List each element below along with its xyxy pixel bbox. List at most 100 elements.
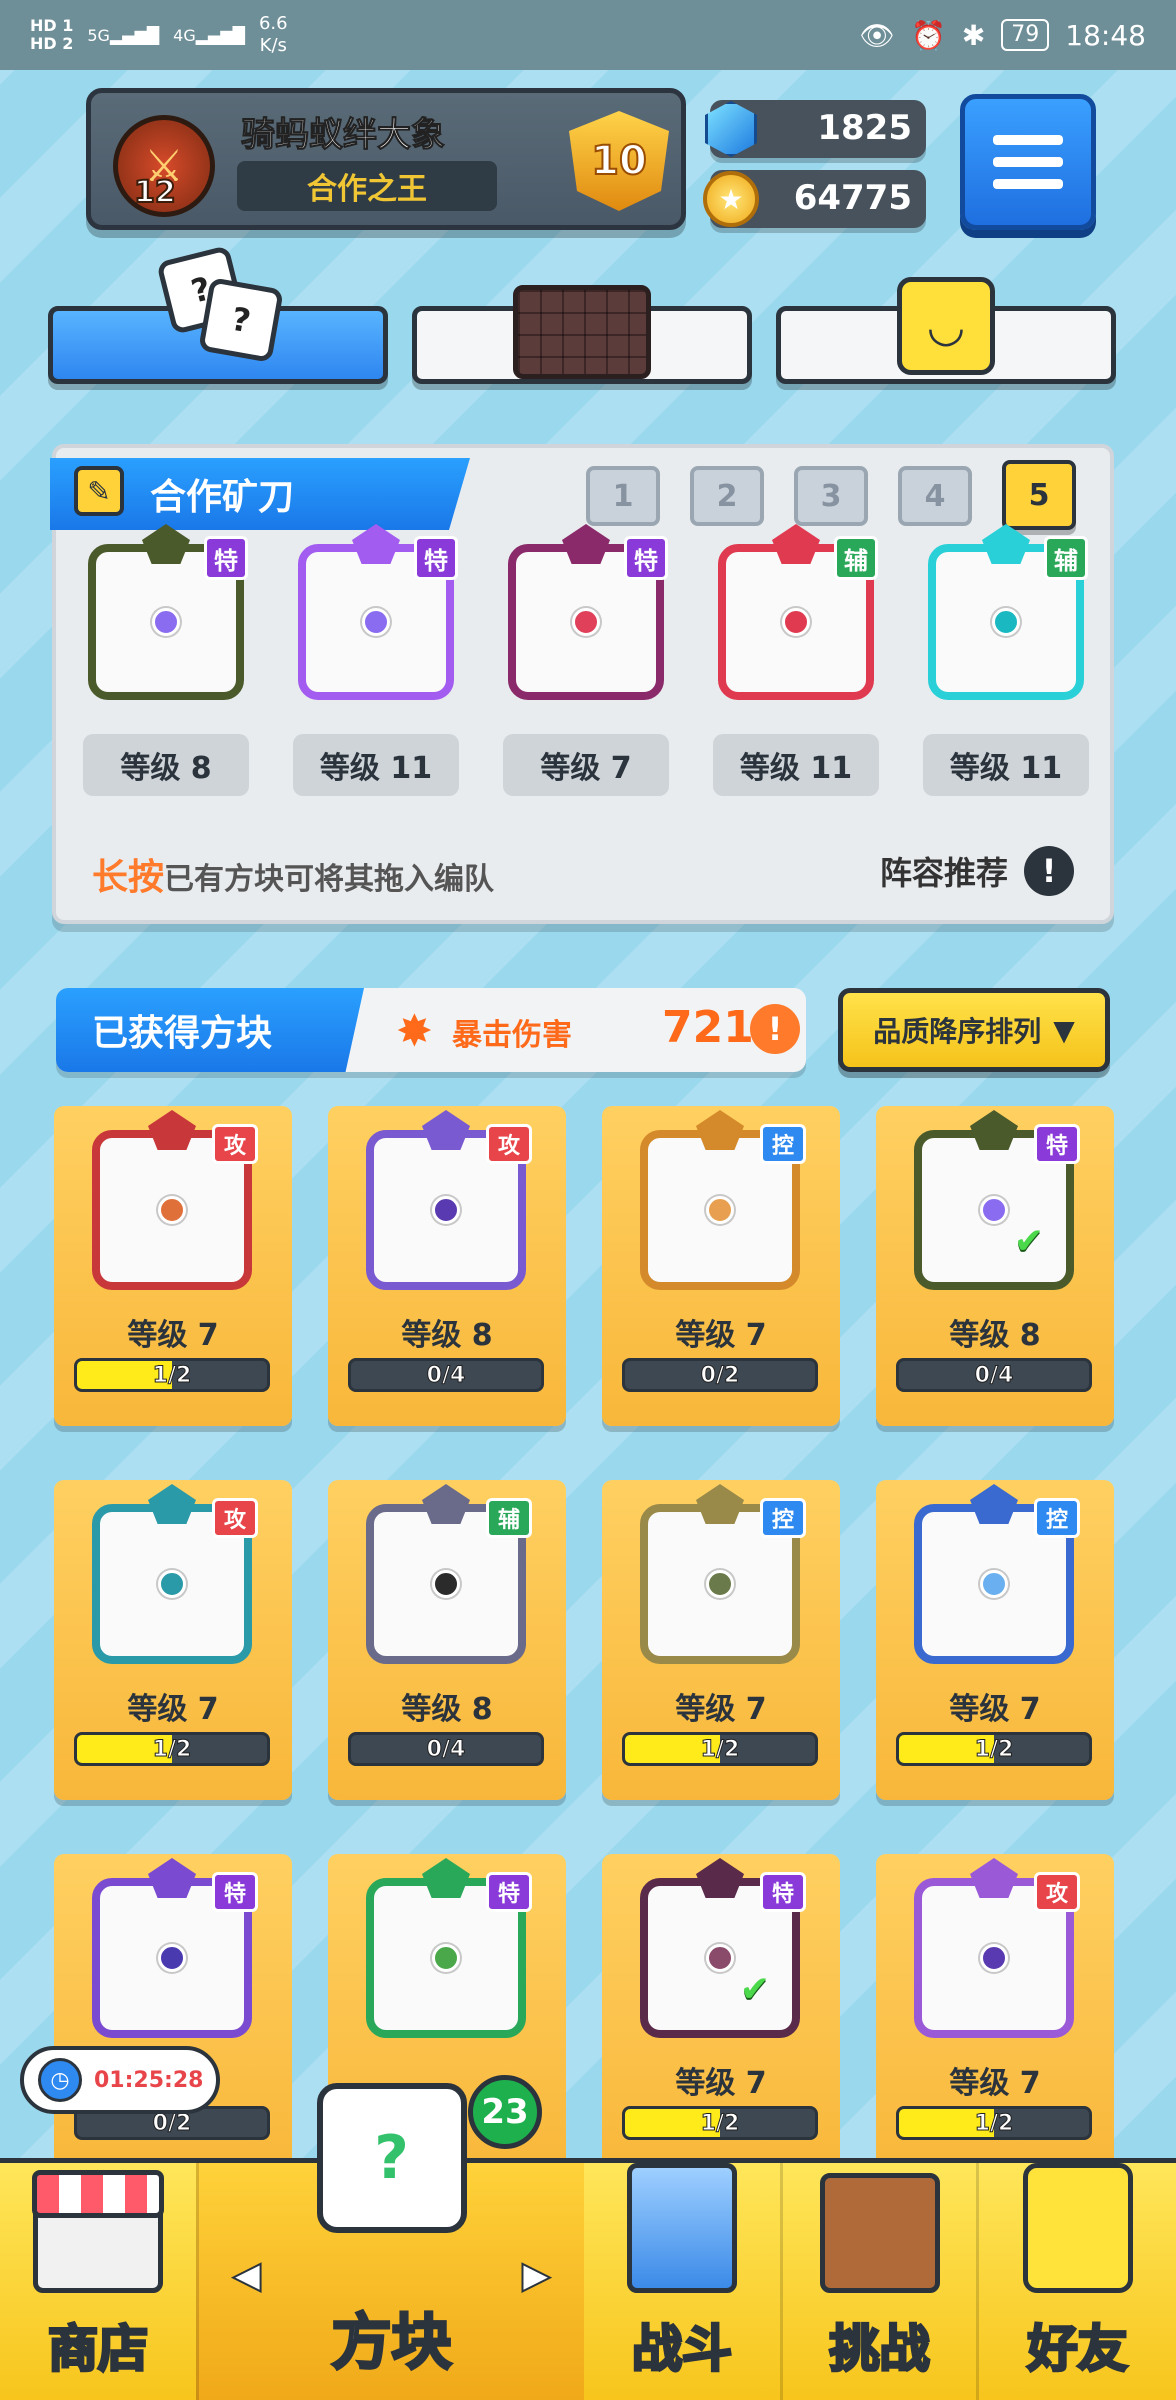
block-pip-icon [572,608,600,636]
signal-5g-icon: 5G▂▄▆█ [87,25,160,45]
drag-hint-text: 已有方块可将其拖入编队 [164,862,495,897]
friend-character-icon [1022,2163,1133,2293]
upgrade-progress-bar: 0/4 [348,1732,544,1766]
alarm-icon: ⏰ [910,18,946,52]
deck-tab-5[interactable]: 5 [1002,460,1076,530]
block-pip-icon [362,608,390,636]
card-level: 等级 8 [401,1692,493,1727]
status-bar: HD 1 HD 2 5G▂▄▆█ 4G▂▄▆█ 6.6 K/s 👁 ⏰ ✱ 79… [0,0,1176,70]
owned-block-card[interactable]: 特 0/2 [54,1854,292,2174]
network-speed-unit: K/s [259,35,287,56]
block-pip-icon [158,1196,186,1224]
smile-face-icon: ◡ [897,277,995,375]
block-type-badge: 攻 [212,1124,258,1164]
owned-block-card[interactable]: 特 ✔ 等级 7 1/2 [602,1854,840,2174]
upgrade-progress-bar: 0/4 [896,1358,1092,1392]
owned-block-card[interactable]: 控等级 7 1/2 [602,1480,840,1800]
sort-button[interactable]: 品质降序排列 ▼ [838,988,1110,1072]
block-pip-icon [158,1570,186,1598]
block-tile[interactable]: 辅 [928,524,1088,700]
owned-block-card[interactable]: 攻等级 8 0/4 [328,1106,566,1426]
block-type-badge: 特 [414,536,458,580]
deck-tab-4[interactable]: 4 [898,466,972,526]
sim1-label: HD 1 [30,16,74,35]
blocks-count-badge: 23 [468,2075,542,2149]
block-type-badge: 控 [760,1498,806,1538]
player-title: 合作之王 [237,161,497,211]
crit-info-icon[interactable]: ! [750,1004,800,1054]
card-level: 等级 8 [949,1318,1041,1353]
block-tile[interactable]: 特 [298,524,458,700]
nav-challenge[interactable]: 挑战 [780,2163,976,2400]
block-type-badge: 特 [624,536,668,580]
clock-time: 18:48 [1065,18,1146,52]
card-level: 等级 7 [675,2066,767,2101]
status-left: HD 1 HD 2 5G▂▄▆█ 4G▂▄▆█ 6.6 K/s [30,13,288,57]
card-level: 等级 7 [675,1692,767,1727]
block-pip-icon [782,608,810,636]
block-tile: 攻 [366,1110,532,1290]
upgrade-progress-bar: 0/2 [622,1358,818,1392]
arrow-left-icon[interactable]: ◀ [232,2254,262,2297]
dragon-crest-icon [148,1484,196,1524]
upgrade-progress-bar: 1/2 [896,1732,1092,1766]
owned-block-card[interactable]: 攻等级 7 1/2 [54,1106,292,1426]
owned-block-card[interactable]: 攻等级 7 1/2 [876,1854,1114,2174]
nav-shop[interactable]: 商店 [0,2163,196,2400]
team-slot[interactable]: 辅等级 11 [706,524,886,796]
lineup-recommend-label: 阵容推荐 [879,854,1008,892]
deck-tab-2[interactable]: 2 [690,466,764,526]
menu-button[interactable] [960,94,1096,230]
nav-blocks[interactable]: ? ◀ ▶ 方块 [196,2083,584,2400]
mystery-cube-icon: ? [316,2083,467,2233]
nav-battle[interactable]: 战斗 [584,2163,780,2400]
card-level: 等级 7 [949,1692,1041,1727]
upgrade-progress-bar: 1/2 [896,2106,1092,2140]
owned-block-card[interactable]: 控等级 7 1/2 [876,1480,1114,1800]
upgrade-progress-text: 1/2 [700,2110,740,2136]
block-tile: 控 [640,1110,806,1290]
signal-5g-label: 5G [87,25,110,45]
gem-icon [698,96,764,162]
block-type-badge: 攻 [212,1498,258,1538]
block-tile: 控 [914,1484,1080,1664]
owned-block-card[interactable]: 特 ✔ 等级 8 0/4 [876,1106,1114,1426]
coin-icon: ★ [698,166,764,232]
profile-card[interactable]: ⚔ 12 骑蚂蚁绊大象 合作之王 10 [86,88,686,230]
rank-badge[interactable]: 10 [569,111,669,211]
block-type-badge: 辅 [834,536,878,580]
tab-emote[interactable]: ◡ [776,277,1116,384]
arrow-right-icon[interactable]: ▶ [521,2254,551,2297]
dragon-crest-icon [772,524,820,564]
block-pip-icon [706,1196,734,1224]
team-slot[interactable]: 特等级 11 [286,524,466,796]
lineup-recommend-button[interactable]: 阵容推荐 ! [880,846,1074,896]
upgrade-progress-bar: 1/2 [622,1732,818,1766]
avatar[interactable]: ⚔ 12 [113,115,215,217]
block-tile: 控 [640,1484,806,1664]
card-level: 等级 8 [401,1318,493,1353]
owned-block-card[interactable]: 辅等级 8 0/4 [328,1480,566,1800]
tab-board[interactable] [412,285,752,384]
block-tile[interactable]: 特 [88,524,248,700]
team-slot[interactable]: 特等级 8 [76,524,256,796]
team-name-label: 合作矿刀 [150,477,295,518]
gem-counter[interactable]: 1825 [705,100,926,158]
team-slot[interactable]: 特等级 7 [496,524,676,796]
nav-challenge-label: 挑战 [828,2319,931,2380]
pencil-icon[interactable]: ✎ [74,466,124,516]
deck-tab-3[interactable]: 3 [794,466,868,526]
deck-tab-1[interactable]: 1 [586,466,660,526]
block-tile[interactable]: 辅 [718,524,878,700]
coin-counter[interactable]: ★ 64775 [703,170,926,228]
event-timer[interactable]: ◷ 01:25:28 [20,2046,220,2114]
team-slot[interactable]: 辅等级 11 [916,524,1096,796]
nav-friends[interactable]: 好友 [976,2163,1176,2400]
owned-block-card[interactable]: 攻等级 7 1/2 [54,1480,292,1800]
owned-block-card[interactable]: 控等级 7 0/2 [602,1106,840,1426]
player-name: 骑蚂蚁绊大象 [241,115,446,156]
tab-dice[interactable]: ? ? [48,245,388,384]
nav-blocks-label: 方块 [330,2307,453,2380]
upgrade-progress-text: 0/4 [426,1362,466,1388]
block-tile[interactable]: 特 [508,524,668,700]
